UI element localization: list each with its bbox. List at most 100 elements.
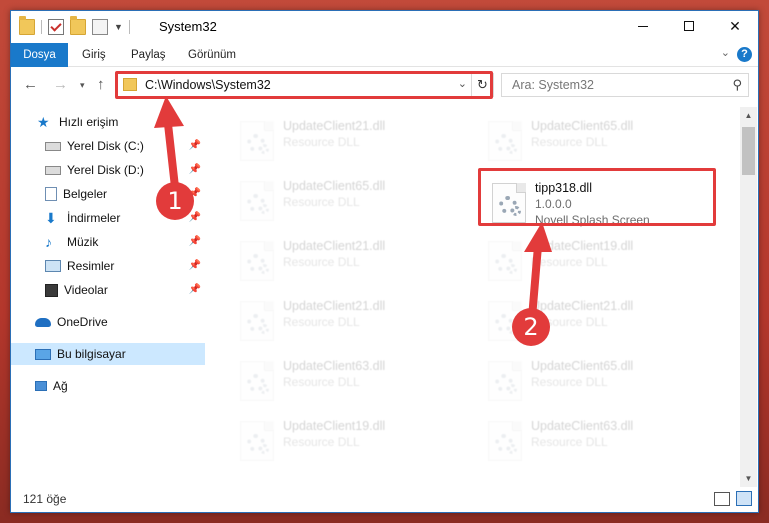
folder-icon[interactable] [19,16,35,35]
file-name: UpdateClient21.dll [283,119,386,133]
pin-icon[interactable]: 📌 [189,236,201,247]
computer-icon [35,348,51,360]
file-item[interactable]: UpdateClient65.dll Resource DLL [228,175,468,229]
status-bar: 121 öğe [11,486,758,512]
maximize-icon [684,21,694,31]
music-icon: ♪ [45,234,52,250]
quick-access-toolbar: ▼ [19,16,130,35]
sidebar-item-label: Resimler [67,259,115,273]
file-item[interactable]: UpdateClient21.dll Resource DLL [228,295,468,349]
dll-file-icon [240,121,274,161]
dll-file-icon [488,121,522,161]
scrollbar-thumb[interactable] [742,127,755,175]
pin-icon[interactable]: 📌 [189,284,201,295]
sidebar-item-label: Yerel Disk (D:) [67,163,144,177]
dll-file-icon [488,421,522,461]
file-type: Resource DLL [531,375,608,389]
expand-ribbon-icon[interactable]: ⌄ [721,46,730,59]
file-type: Resource DLL [283,435,360,449]
maximize-button[interactable] [666,11,712,41]
network-icon [35,381,47,391]
close-button[interactable]: ✕ [712,11,758,41]
sidebar-item-label: Videolar [64,283,108,297]
file-item[interactable]: UpdateClient21.dll Resource DLL [228,115,468,169]
tab-share[interactable]: Paylaş [131,43,166,67]
file-type: Resource DLL [283,135,360,149]
sidebar-item-music[interactable]: ♪ Müzik 📌 [11,231,205,253]
up-button[interactable]: ↑ [97,76,105,93]
file-item[interactable]: UpdateClient63.dll Resource DLL [228,355,468,409]
pictures-icon [45,260,61,272]
drive-icon [45,141,61,151]
file-item[interactable]: UpdateClient65.dll Resource DLL [476,355,716,409]
dll-file-icon [488,361,522,401]
file-type: Resource DLL [531,255,608,269]
documents-icon [45,187,57,201]
chevron-down-icon[interactable]: ▼ [114,22,123,32]
search-box[interactable]: Ara: System32 ⚲ [501,73,749,97]
sidebar-item-disk-c[interactable]: Yerel Disk (C:) 📌 [11,135,205,157]
step-2-badge: 2 [512,308,550,346]
sidebar-item-quick-access[interactable]: ★ Hızlı erişim [11,111,205,133]
tab-home[interactable]: Giriş [82,43,106,67]
file-name: UpdateClient21.dll [283,239,386,253]
file-name: UpdateClient63.dll [283,359,386,373]
file-highlight-box [478,168,716,226]
recent-locations-button[interactable]: ▾ [80,80,85,91]
video-icon [45,283,58,297]
title-bar: ▼ System32 ✕ [11,11,758,43]
sidebar-item-pictures[interactable]: Resimler 📌 [11,255,205,277]
file-item[interactable]: UpdateClient63.dll Resource DLL [476,415,716,469]
file-type: Resource DLL [531,435,608,449]
file-name: UpdateClient63.dll [531,419,634,433]
customize-toolbar-icon[interactable] [92,19,108,35]
download-icon: ⬇ [45,210,57,226]
file-item[interactable]: UpdateClient19.dll Resource DLL [228,415,468,469]
search-icon[interactable]: ⚲ [732,77,742,93]
sidebar-item-label: Müzik [67,235,99,249]
tab-view[interactable]: Görünüm [188,43,236,67]
file-list: UpdateClient21.dll Resource DLL UpdateCl… [208,107,741,487]
navigation-bar: ← → ▾ ↑ C:\Windows\System32 ⌄ ↻ Ara: Sys… [11,68,758,102]
file-item[interactable]: UpdateClient21.dll Resource DLL [228,235,468,289]
details-view-icon[interactable] [714,492,730,506]
search-input[interactable]: Ara: System32 [512,78,594,92]
sidebar-item-videos[interactable]: Videolar 📌 [11,279,205,301]
back-button[interactable]: ← [23,76,38,93]
forward-button[interactable]: → [53,76,68,93]
pin-icon[interactable]: 📌 [189,164,201,175]
sidebar-item-network[interactable]: Ağ [11,375,205,397]
step-1-badge: 1 [156,182,194,220]
sidebar-item-label: Ağ [53,379,68,393]
sidebar-item-this-pc[interactable]: Bu bilgisayar [11,343,205,365]
scroll-down-icon[interactable]: ▼ [740,470,757,487]
minimize-icon [638,25,648,27]
file-item[interactable]: UpdateClient19.dll Resource DLL [476,235,716,289]
tab-file[interactable]: Dosya [11,43,68,67]
window-title: System32 [159,19,217,34]
pin-icon[interactable]: 📌 [189,212,201,223]
file-type: Resource DLL [531,135,608,149]
minimize-button[interactable] [620,11,666,41]
vertical-scrollbar[interactable]: ▲ ▼ [740,107,757,487]
properties-icon[interactable] [48,19,64,35]
file-type: Resource DLL [283,195,360,209]
file-type: Resource DLL [283,255,360,269]
scroll-up-icon[interactable]: ▲ [740,107,757,124]
file-item[interactable]: UpdateClient65.dll Resource DLL [476,115,716,169]
pin-icon[interactable]: 📌 [189,260,201,271]
file-type: Resource DLL [283,315,360,329]
file-name: UpdateClient19.dll [531,239,634,253]
help-icon[interactable]: ? [737,47,752,62]
dll-file-icon [240,421,274,461]
dll-file-icon [240,181,274,221]
sidebar-item-disk-d[interactable]: Yerel Disk (D:) 📌 [11,159,205,181]
dll-file-icon [240,241,274,281]
file-explorer-window: ▼ System32 ✕ Dosya Giriş Paylaş Görünüm … [10,10,759,513]
new-folder-icon[interactable] [70,16,86,35]
sidebar-item-onedrive[interactable]: OneDrive [11,311,205,333]
dll-file-icon [240,301,274,341]
navigation-pane: ★ Hızlı erişim Yerel Disk (C:) 📌 Yerel D… [11,107,205,487]
pin-icon[interactable]: 📌 [189,140,201,151]
large-icons-view-icon[interactable] [736,491,752,506]
